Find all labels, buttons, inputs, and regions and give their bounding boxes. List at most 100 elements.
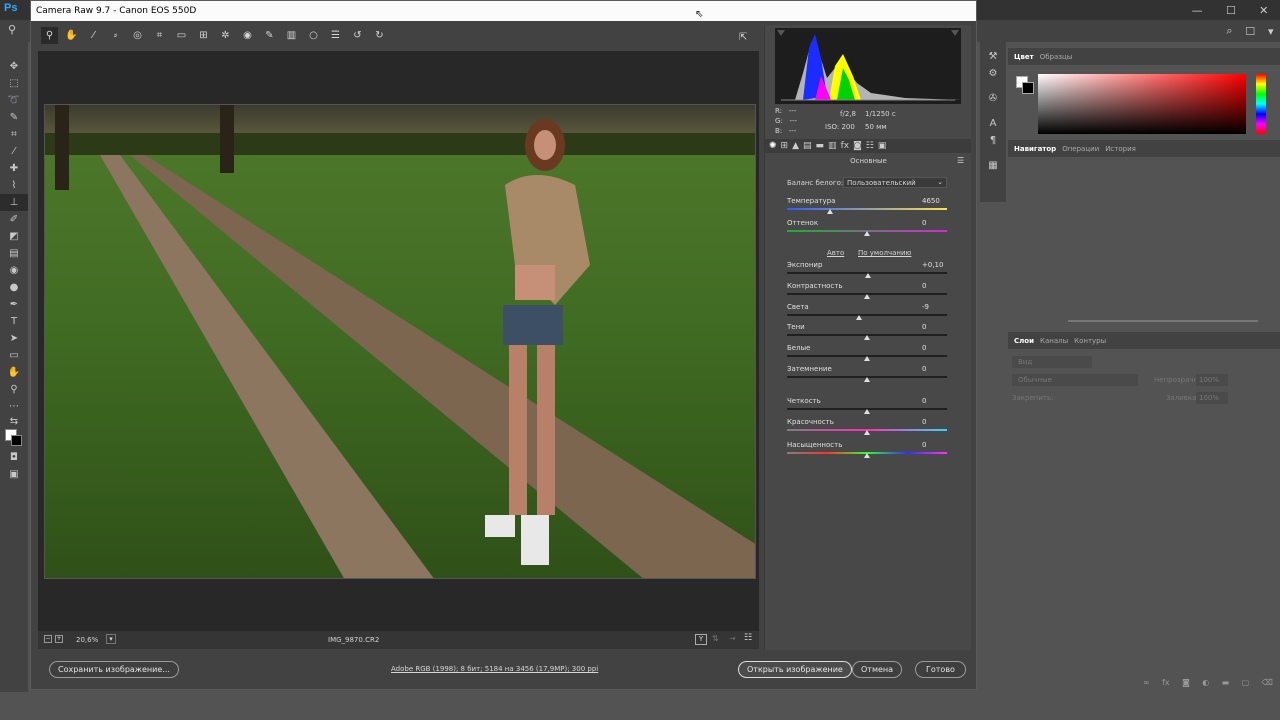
slider-thumb[interactable] <box>864 409 870 414</box>
slider-value[interactable]: 0 <box>922 323 926 331</box>
adjust-icon[interactable]: ⚙ <box>980 65 1006 82</box>
path-select-icon[interactable]: ➤ <box>0 330 28 347</box>
tab-channels[interactable]: Каналы <box>1040 337 1068 345</box>
fx-icon[interactable]: fx <box>1162 678 1170 687</box>
basic-tab-icon[interactable]: ✺ <box>769 141 777 151</box>
marquee-tool-icon[interactable]: ⬚ <box>0 75 28 92</box>
eraser-icon[interactable]: ◩ <box>0 228 28 245</box>
panel-menu-icon[interactable]: ☰ <box>957 156 964 165</box>
slider-thumb[interactable] <box>864 273 871 278</box>
link-icon[interactable]: ∞ <box>1143 678 1150 687</box>
slider-track[interactable] <box>787 208 947 210</box>
wb-tool-icon[interactable]: ⁄ <box>85 27 102 44</box>
shape-icon[interactable]: ▭ <box>0 347 28 364</box>
adjustment-icon[interactable]: ◐ <box>1202 678 1209 687</box>
type-icon[interactable]: T <box>0 313 28 330</box>
preview-photo[interactable] <box>44 104 756 579</box>
defaults-link[interactable]: По умолчанию <box>858 249 911 257</box>
hand-icon[interactable]: ✋ <box>0 364 28 381</box>
slider-thumb[interactable] <box>864 356 870 361</box>
spot-removal-icon[interactable]: ✲ <box>217 27 234 44</box>
slider-thumb[interactable] <box>827 209 834 214</box>
color-field[interactable] <box>1038 74 1246 134</box>
slider-thumb[interactable] <box>864 294 870 299</box>
slider-thumb[interactable] <box>864 430 870 435</box>
tab-color[interactable]: Цвет <box>1014 53 1034 61</box>
clone-source-icon[interactable]: ✇ <box>980 90 1006 107</box>
healing-icon[interactable]: ✚ <box>0 160 28 177</box>
toggle-settings-icon[interactable]: ☷ <box>744 633 752 643</box>
split-toning-icon[interactable]: ▬ <box>816 141 825 151</box>
graduated-filter-icon[interactable]: ▥ <box>283 27 300 44</box>
tab-paths[interactable]: Контуры <box>1074 337 1106 345</box>
nav-zoom-slider[interactable] <box>1068 320 1258 322</box>
slider-value[interactable]: 0 <box>922 344 926 352</box>
zoom-tool-icon[interactable]: ⚲ <box>41 26 58 44</box>
slider-thumb[interactable] <box>864 231 870 236</box>
bg-color[interactable] <box>1022 82 1034 94</box>
slider-value[interactable]: +0,10 <box>922 261 943 269</box>
radial-filter-icon[interactable]: ○ <box>305 27 322 44</box>
targeted-adjust-icon[interactable]: ◎ <box>129 27 146 44</box>
maximize-button[interactable]: ☐ <box>1226 4 1236 17</box>
more-tools-icon[interactable]: ⋯ <box>0 398 28 415</box>
minimize-button[interactable]: — <box>1192 4 1203 17</box>
open-image-button[interactable]: Открыть изображение <box>738 661 852 678</box>
slider-thumb[interactable] <box>864 335 870 340</box>
slider-value[interactable]: -9 <box>922 303 929 311</box>
pen-icon[interactable]: ✒ <box>0 296 28 313</box>
opacity-field[interactable]: 100% <box>1196 374 1228 386</box>
auto-link[interactable]: Авто <box>827 249 844 257</box>
character-icon[interactable]: A <box>980 115 1006 132</box>
slider-thumb[interactable] <box>864 377 870 382</box>
screen-mode-icon[interactable]: ▣ <box>0 466 28 483</box>
before-after-y-icon[interactable]: Y <box>695 634 707 645</box>
slider-value[interactable]: 0 <box>922 282 926 290</box>
camera-calibration-icon[interactable]: ◙ <box>853 141 862 151</box>
workflow-options-link[interactable]: Adobe RGB (1998); 8 бит; 5184 на 3456 (1… <box>391 665 598 673</box>
mask-icon[interactable]: ◙ <box>1182 678 1190 687</box>
hsl-icon[interactable]: ▤ <box>803 141 812 151</box>
tools-preset-icon[interactable]: ⚒ <box>980 48 1006 65</box>
blur-icon[interactable]: ◉ <box>0 262 28 279</box>
dodge-icon[interactable]: ● <box>0 279 28 296</box>
slider-track[interactable] <box>787 314 947 316</box>
workspace-icon[interactable]: ☐ <box>1245 25 1255 38</box>
stamp-icon[interactable]: ⊥ <box>0 194 28 211</box>
effects-icon[interactable]: fx <box>841 141 850 151</box>
zoom-icon[interactable]: ⚲ <box>0 381 28 398</box>
transform-icon[interactable]: ⊞ <box>195 27 212 44</box>
eyedropper-icon[interactable]: ⁄ <box>0 143 28 160</box>
save-image-button[interactable]: Сохранить изображение... <box>49 661 179 678</box>
presets-icon[interactable]: ☷ <box>866 141 874 151</box>
wb-select[interactable]: Пользовательский ⌄ <box>843 177 947 188</box>
preferences-icon[interactable]: ☰ <box>327 27 344 44</box>
brush-icon[interactable]: ⌇ <box>0 177 28 194</box>
tab-layers[interactable]: Слои <box>1014 337 1034 345</box>
library-icon[interactable]: ▦ <box>980 157 1006 174</box>
rotate-left-icon[interactable]: ↺ <box>349 27 366 44</box>
crop-tool-icon[interactable]: ⌗ <box>0 126 28 143</box>
slider-value[interactable]: 4650 <box>922 197 940 205</box>
adjust-brush-icon[interactable]: ✎ <box>261 27 278 44</box>
slider-value[interactable]: 0 <box>922 397 926 405</box>
tab-history[interactable]: История <box>1105 145 1136 153</box>
close-button[interactable]: ✕ <box>1259 4 1268 17</box>
done-button[interactable]: Готово <box>915 661 966 678</box>
move-tool-icon[interactable]: ✥ <box>0 58 28 75</box>
foreground-color-swatch[interactable] <box>5 429 22 446</box>
straighten-icon[interactable]: ▭ <box>173 27 190 44</box>
folder-icon[interactable]: ▬ <box>1222 678 1230 687</box>
zoom-in-button[interactable]: + <box>55 635 63 643</box>
copy-settings-icon[interactable]: ⇢ <box>729 634 736 643</box>
swap-before-after-icon[interactable]: ⇅ <box>712 634 719 643</box>
lasso-tool-icon[interactable]: ➰ <box>0 92 28 109</box>
rotate-right-icon[interactable]: ↻ <box>371 27 388 44</box>
slider-thumb[interactable] <box>864 453 870 458</box>
cancel-button[interactable]: Отмена <box>852 661 903 678</box>
color-sampler-icon[interactable]: ⸗ <box>107 27 124 44</box>
lens-icon[interactable]: ▥ <box>828 141 837 151</box>
slider-thumb[interactable] <box>856 315 862 320</box>
paragraph-icon[interactable]: ¶ <box>980 132 1006 149</box>
fullscreen-icon[interactable]: ⇱ <box>739 32 747 43</box>
